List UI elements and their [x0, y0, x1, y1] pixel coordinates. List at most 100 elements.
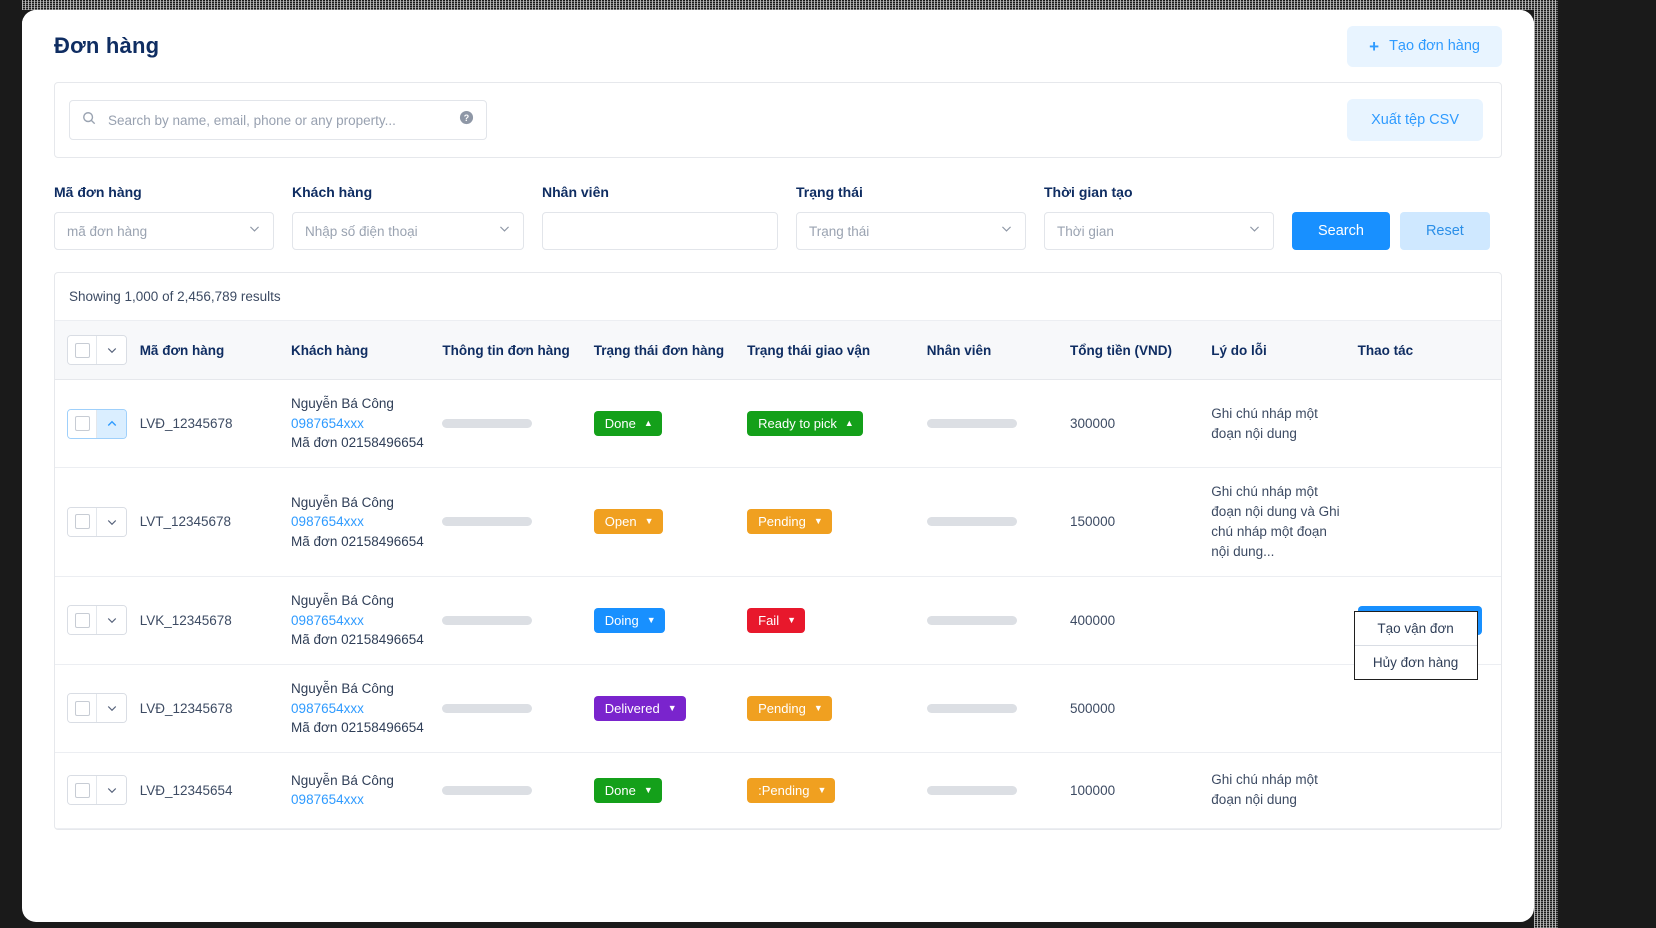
cell-error-reason: Ghi chú nháp một đoạn nội dung và Ghi ch…	[1203, 468, 1349, 577]
row-expand-chevron[interactable]	[96, 776, 126, 804]
row-expand-chevron[interactable]	[96, 508, 126, 536]
column-order-code: Mã đơn hàng	[132, 321, 283, 380]
row-select-control[interactable]	[67, 775, 127, 805]
cell-order-info	[434, 752, 585, 828]
cell-ship-status: Pending▼	[739, 664, 919, 752]
ship-status-badge[interactable]: Pending▼	[747, 509, 832, 534]
cell-error-reason: Ghi chú nháp một đoạn nội dung	[1203, 380, 1349, 468]
row-select-control[interactable]	[67, 507, 127, 537]
page-header: Đơn hàng + Tạo đơn hàng	[22, 10, 1534, 82]
chevron-down-icon	[248, 222, 261, 240]
cell-customer: Nguyễn Bá Công0987654xxxMã đơn 021584966…	[283, 468, 434, 577]
cell-customer: Nguyễn Bá Công0987654xxx	[283, 752, 434, 828]
ship-status-label: Fail	[758, 613, 779, 628]
cell-total: 150000	[1062, 468, 1203, 577]
customer-phone[interactable]: 0987654xxx	[291, 512, 426, 532]
customer-phone[interactable]: 0987654xxx	[291, 790, 426, 810]
filter-staff: Nhân viên	[542, 184, 778, 250]
reset-button[interactable]: Reset	[1400, 212, 1490, 250]
customer-phone[interactable]: 0987654xxx	[291, 611, 426, 631]
search-box[interactable]: ?	[69, 100, 487, 140]
cell-order-info	[434, 576, 585, 664]
order-status-badge[interactable]: Done▲	[594, 411, 662, 436]
error-note-text: Ghi chú nháp một đoạn nội dung	[1211, 772, 1318, 807]
filter-status: Trạng thái Trạng thái	[796, 184, 1026, 250]
caret-down-icon: ▼	[787, 616, 796, 625]
order-info-placeholder-bar	[442, 517, 532, 526]
select-all-control[interactable]	[67, 335, 127, 365]
chevron-down-icon	[498, 222, 511, 240]
filter-created-at: Thời gian tạo Thời gian	[1044, 184, 1274, 250]
select-all-checkbox[interactable]	[68, 336, 96, 364]
export-csv-button[interactable]: Xuất tệp CSV	[1347, 99, 1483, 141]
cell-actions: Chọn thao tác▼Tạo vận đơnHủy đơn hàng	[1350, 576, 1501, 664]
cell-order-code: LVĐ_12345654	[132, 752, 283, 828]
filter-customer: Khách hàng Nhập số điện thoại	[292, 184, 524, 250]
column-actions: Thao tác	[1350, 321, 1501, 380]
orders-table-body: LVĐ_12345678Nguyễn Bá Công0987654xxxMã đ…	[55, 380, 1501, 829]
row-checkbox[interactable]	[68, 410, 96, 438]
create-order-label: Tạo đơn hàng	[1389, 38, 1480, 54]
row-select-control[interactable]	[67, 693, 127, 723]
staff-placeholder-bar	[927, 704, 1017, 713]
cell-order-code: LVĐ_12345678	[132, 664, 283, 752]
row-checkbox[interactable]	[68, 508, 96, 536]
cell-order-code: LVT_12345678	[132, 468, 283, 577]
row-select-cell	[55, 752, 132, 828]
ship-status-badge[interactable]: Ready to pick▲	[747, 411, 863, 436]
row-checkbox[interactable]	[68, 694, 96, 722]
caret-down-icon: ▼	[814, 517, 823, 526]
order-status-badge[interactable]: Doing▼	[594, 608, 665, 633]
create-order-button[interactable]: + Tạo đơn hàng	[1347, 26, 1502, 67]
row-expand-chevron[interactable]	[96, 606, 126, 634]
ship-status-badge[interactable]: :Pending▼	[747, 778, 835, 803]
order-status-badge[interactable]: Done▼	[594, 778, 662, 803]
cell-order-code: LVK_12345678	[132, 576, 283, 664]
filter-status-label: Trạng thái	[796, 184, 1026, 200]
action-dropdown-menu[interactable]: Tạo vận đơnHủy đơn hàng	[1354, 611, 1478, 680]
cell-staff	[919, 752, 1062, 828]
order-status-badge[interactable]: Delivered▼	[594, 696, 686, 721]
order-status-badge[interactable]: Open▼	[594, 509, 663, 534]
row-select-cell	[55, 576, 132, 664]
row-expand-chevron[interactable]	[96, 410, 126, 438]
row-select-control[interactable]	[67, 409, 127, 439]
filter-customer-select[interactable]: Nhập số điện thoại	[292, 212, 524, 250]
ship-status-badge[interactable]: Pending▼	[747, 696, 832, 721]
customer-phone[interactable]: 0987654xxx	[291, 414, 426, 434]
row-expand-chevron[interactable]	[96, 694, 126, 722]
select-all-chevron[interactable]	[96, 336, 126, 364]
customer-order-code: Mã đơn 02158496654	[291, 433, 426, 453]
row-checkbox[interactable]	[68, 776, 96, 804]
action-menu-item-0[interactable]: Tạo vận đơn	[1355, 612, 1477, 645]
filter-customer-label: Khách hàng	[292, 184, 524, 200]
table-row: LVK_12345678Nguyễn Bá Công0987654xxxMã đ…	[55, 576, 1501, 664]
ship-status-label: Pending	[758, 701, 806, 716]
cell-total: 400000	[1062, 576, 1203, 664]
column-order-status: Trạng thái đơn hàng	[586, 321, 739, 380]
filter-staff-input[interactable]	[542, 212, 778, 250]
filter-created-at-select[interactable]: Thời gian	[1044, 212, 1274, 250]
orders-table-head: Mã đơn hàng Khách hàng Thông tin đơn hàn…	[55, 321, 1501, 380]
row-checkbox[interactable]	[68, 606, 96, 634]
search-button[interactable]: Search	[1292, 212, 1390, 250]
filter-order-code-select[interactable]: mã đơn hàng	[54, 212, 274, 250]
right-frame-noise	[1534, 0, 1558, 928]
cell-total: 500000	[1062, 664, 1203, 752]
help-circle-icon[interactable]: ?	[459, 110, 474, 130]
row-select-control[interactable]	[67, 605, 127, 635]
caret-down-icon: ▼	[645, 517, 654, 526]
orders-table-card: Showing 1,000 of 2,456,789 results Mã đơ…	[54, 272, 1502, 830]
search-input[interactable]	[106, 112, 449, 129]
column-customer: Khách hàng	[283, 321, 434, 380]
ship-status-badge[interactable]: Fail ▼	[747, 608, 805, 633]
cell-order-status: Open▼	[586, 468, 739, 577]
cell-order-info	[434, 468, 585, 577]
filter-created-at-placeholder: Thời gian	[1057, 224, 1248, 239]
cell-order-status: Done▼	[586, 752, 739, 828]
action-menu-item-1[interactable]: Hủy đơn hàng	[1355, 645, 1477, 679]
cell-ship-status: Pending▼	[739, 468, 919, 577]
customer-phone[interactable]: 0987654xxx	[291, 699, 426, 719]
ship-status-label: Ready to pick	[758, 416, 837, 431]
filter-status-select[interactable]: Trạng thái	[796, 212, 1026, 250]
